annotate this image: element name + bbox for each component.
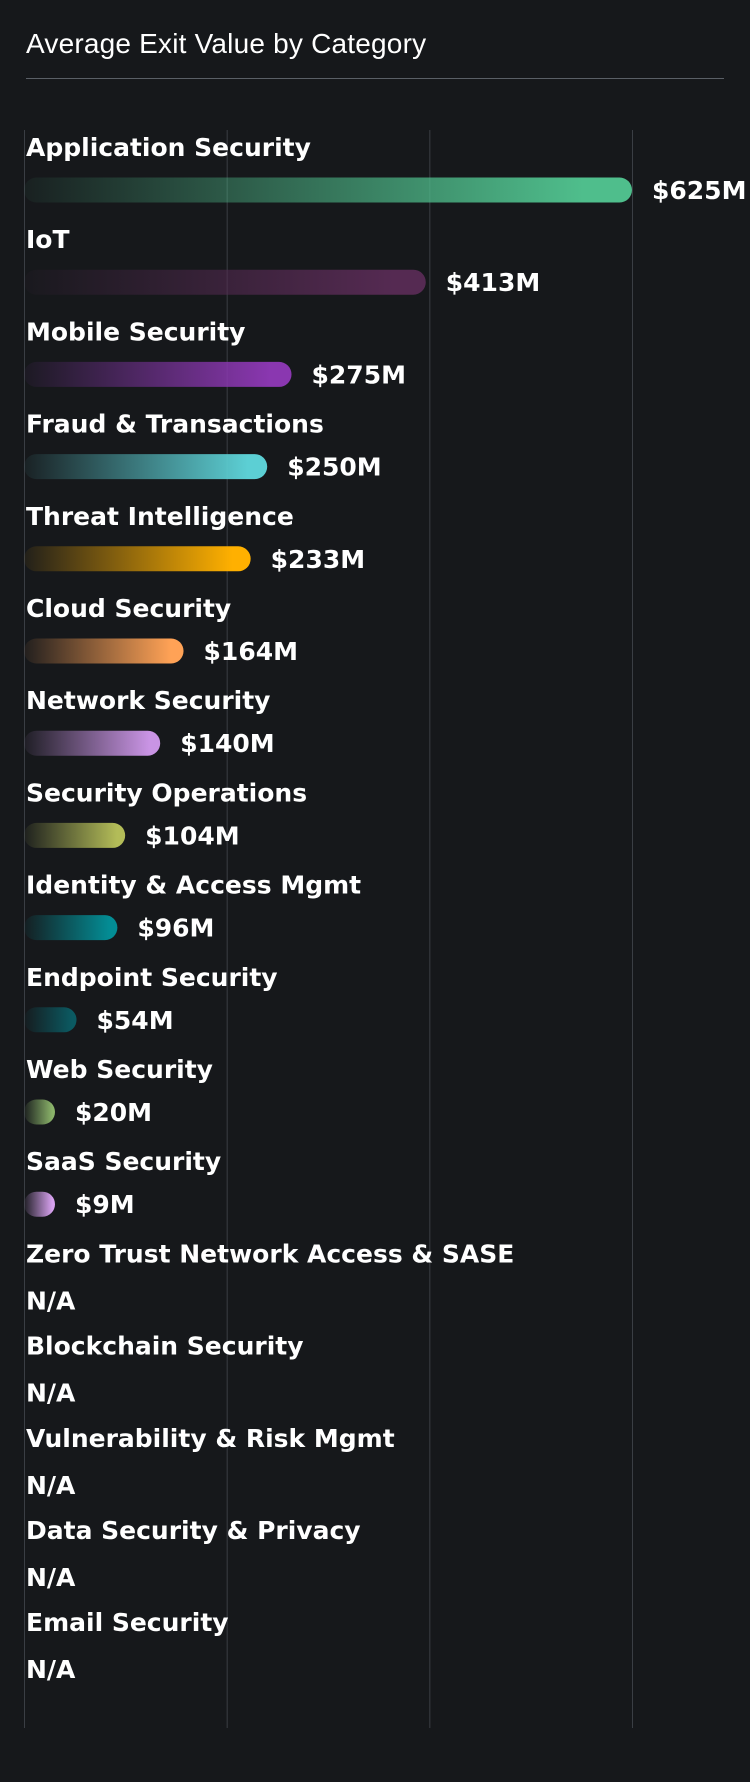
value-label: N/A: [26, 1655, 76, 1684]
category-label: Identity & Access Mgmt: [26, 871, 361, 900]
bar: [24, 730, 161, 756]
bar: [24, 638, 184, 664]
bar: [24, 1007, 77, 1033]
category-label: Threat Intelligence: [26, 502, 294, 531]
bar: [24, 177, 632, 203]
bar: [24, 361, 292, 387]
category-label: Zero Trust Network Access & SASE: [26, 1239, 514, 1268]
category-label: SaaS Security: [26, 1147, 221, 1176]
bar: [24, 915, 118, 941]
bar: [24, 822, 126, 848]
value-label: $275M: [312, 360, 406, 389]
category-label: Mobile Security: [26, 317, 245, 346]
bar: [24, 454, 268, 480]
bar-chart: Application Security $625M IoT $413M Mobile …: [24, 130, 746, 1728]
value-label: $104M: [145, 821, 239, 850]
category-label: Email Security: [26, 1608, 229, 1637]
value-label: N/A: [26, 1563, 76, 1592]
category-label: Application Security: [26, 133, 311, 162]
category-label: Data Security & Privacy: [26, 1516, 361, 1545]
value-label: $413M: [446, 268, 540, 297]
category-label: Endpoint Security: [26, 963, 278, 992]
category-label: Cloud Security: [26, 594, 231, 623]
value-label: $140M: [180, 729, 274, 758]
value-label: $96M: [137, 914, 214, 943]
category-label: Fraud & Transactions: [26, 410, 324, 439]
value-label: N/A: [26, 1286, 76, 1315]
value-label: $20M: [75, 1098, 152, 1127]
category-label: Network Security: [26, 686, 270, 715]
value-label: $625M: [652, 176, 746, 205]
bar: [24, 1191, 55, 1217]
bar: [24, 269, 426, 295]
category-label: Web Security: [26, 1055, 213, 1084]
value-label: $164M: [204, 637, 298, 666]
value-label: $54M: [97, 1006, 174, 1035]
value-label: N/A: [26, 1471, 76, 1500]
value-label: $9M: [75, 1190, 135, 1219]
bar: [24, 546, 251, 572]
value-label: N/A: [26, 1379, 76, 1408]
bar: [24, 1099, 55, 1125]
value-label: $233M: [271, 545, 365, 574]
category-label: IoT: [26, 225, 70, 254]
category-label: Blockchain Security: [26, 1332, 304, 1361]
category-label: Security Operations: [26, 778, 307, 807]
value-label: $250M: [287, 453, 381, 482]
category-label: Vulnerability & Risk Mgmt: [26, 1424, 395, 1453]
